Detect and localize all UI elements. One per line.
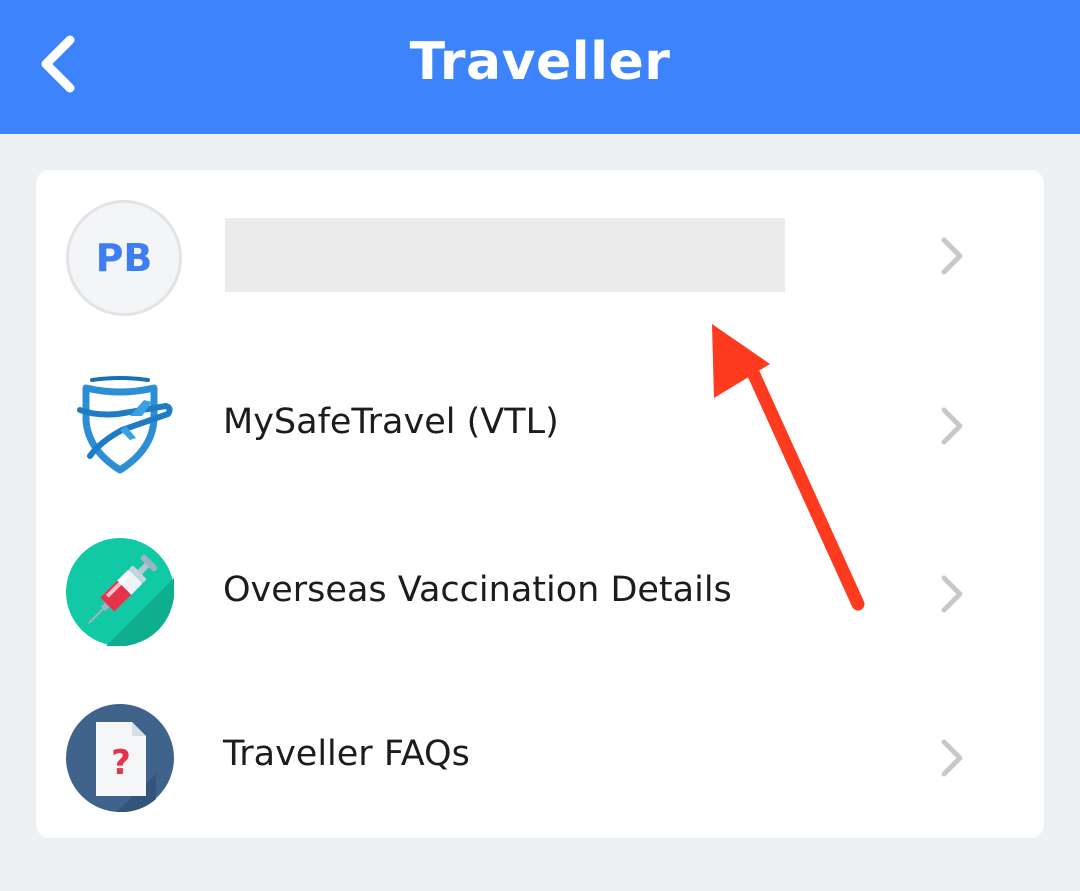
avatar: PB bbox=[66, 200, 182, 316]
menu-item-faqs[interactable]: ? Traveller FAQs bbox=[36, 672, 1044, 838]
redacted-name bbox=[225, 218, 785, 292]
app-header: Traveller bbox=[0, 0, 1080, 134]
menu-item-label: MySafeTravel (VTL) bbox=[223, 402, 559, 442]
chevron-right-icon bbox=[941, 237, 963, 275]
profile-row[interactable]: PB bbox=[36, 170, 1044, 340]
menu-item-label: Traveller FAQs bbox=[223, 734, 470, 774]
syringe-icon bbox=[66, 538, 174, 646]
menu-item-label: Overseas Vaccination Details bbox=[223, 570, 732, 610]
chevron-right-icon bbox=[941, 407, 963, 445]
shield-plane-icon bbox=[77, 376, 173, 474]
svg-text:?: ? bbox=[111, 743, 131, 783]
chevron-right-icon bbox=[941, 739, 963, 777]
menu-item-mysafetravel[interactable]: MySafeTravel (VTL) bbox=[36, 340, 1044, 508]
page-title: Traveller bbox=[409, 32, 671, 92]
chevron-right-icon bbox=[941, 575, 963, 613]
traveller-menu-card: PB MySafeTravel (VTL) Overseas Vaccinati… bbox=[36, 170, 1044, 838]
faq-document-icon: ? bbox=[66, 704, 174, 812]
menu-item-vaccination[interactable]: Overseas Vaccination Details bbox=[36, 508, 1044, 672]
